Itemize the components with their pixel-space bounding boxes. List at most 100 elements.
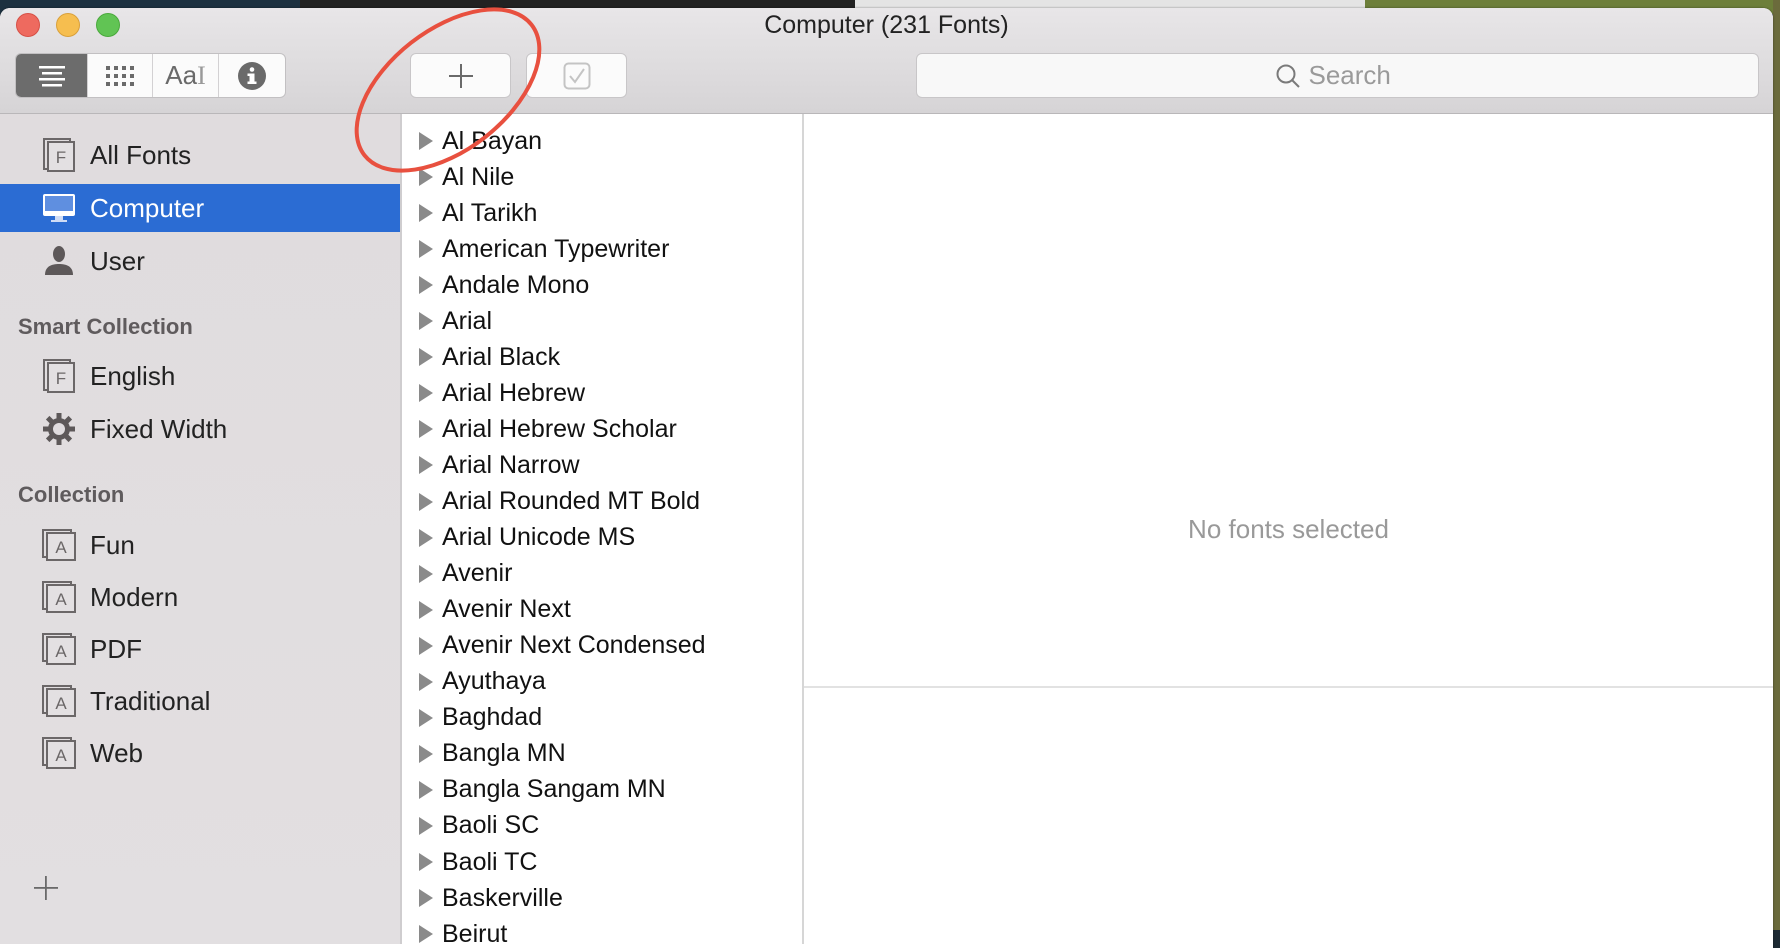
font-family-name: Beirut (442, 919, 508, 948)
sidebar-item-label: English (90, 360, 176, 391)
font-row[interactable]: Arial Hebrew (402, 375, 800, 411)
font-family-name: Al Tarikh (442, 198, 538, 227)
grid-view-button[interactable] (88, 54, 153, 97)
add-collection-button[interactable] (32, 874, 60, 902)
font-row[interactable]: Arial (402, 303, 800, 339)
font-family-name: Arial Rounded MT Bold (442, 487, 701, 515)
disclosure-triangle-icon[interactable] (419, 312, 433, 331)
sidebar-item-fixed-width[interactable]: Fixed Width (0, 405, 400, 453)
sidebar-item-web[interactable]: A Web (0, 729, 400, 777)
svg-text:F: F (56, 148, 66, 167)
sample-view-button[interactable]: AaI (153, 54, 219, 97)
font-family-name: Al Nile (442, 162, 515, 191)
font-family-name: Andale Mono (442, 270, 590, 299)
font-row[interactable]: Baoli TC (402, 844, 800, 880)
disclosure-triangle-icon[interactable] (419, 853, 433, 871)
font-row[interactable]: Al Nile (402, 159, 800, 195)
sidebar-item-pdf[interactable]: A PDF (0, 625, 400, 673)
disclosure-triangle-icon[interactable] (419, 276, 433, 295)
font-row[interactable]: Arial Hebrew Scholar (402, 411, 800, 447)
disclosure-triangle-icon[interactable] (419, 636, 433, 655)
font-family-name: Avenir Next Condensed (442, 631, 706, 660)
font-row[interactable]: Al Bayan (402, 123, 800, 159)
disclosure-triangle-icon[interactable] (419, 168, 433, 187)
font-family-name: Bangla MN (442, 739, 566, 768)
sidebar-item-fun[interactable]: A Fun (0, 521, 400, 569)
collection-icon: A (42, 684, 76, 718)
add-font-button[interactable] (410, 53, 511, 98)
sidebar-item-traditional[interactable]: A Traditional (0, 677, 400, 725)
search-icon (1276, 64, 1300, 88)
sidebar-item-english[interactable]: F English (0, 352, 400, 400)
font-row[interactable]: Baghdad (402, 700, 800, 736)
font-row[interactable]: Beirut (402, 916, 800, 948)
font-family-name: Arial Black (442, 342, 561, 371)
disclosure-triangle-icon[interactable] (419, 672, 433, 691)
checkbox-icon (563, 62, 590, 89)
disclosure-triangle-icon[interactable] (419, 384, 433, 403)
disclosure-triangle-icon[interactable] (419, 528, 433, 547)
font-row[interactable]: Avenir (402, 556, 800, 592)
font-row[interactable]: Al Tarikh (402, 195, 800, 231)
font-row[interactable]: American Typewriter (402, 231, 800, 267)
font-family-name: Baoli TC (442, 847, 538, 876)
font-family-name: Avenir (442, 559, 513, 588)
gear-icon (42, 412, 76, 446)
disclosure-triangle-icon[interactable] (419, 600, 433, 619)
sidebar-item-label: PDF (90, 633, 142, 664)
disclosure-triangle-icon[interactable] (419, 889, 433, 908)
font-row[interactable]: Andale Mono (402, 267, 800, 303)
font-family-name: Al Bayan (442, 126, 543, 155)
disclosure-triangle-icon[interactable] (419, 492, 433, 511)
sidebar-item-computer[interactable]: Computer (0, 184, 400, 232)
disclosure-triangle-icon[interactable] (419, 816, 433, 835)
font-row[interactable]: Baskerville (402, 880, 800, 916)
disclosure-triangle-icon[interactable] (419, 925, 433, 944)
plus-icon (34, 876, 58, 900)
font-row[interactable]: Bangla MN (402, 736, 800, 772)
font-row[interactable]: Arial Unicode MS (402, 520, 800, 556)
sidebar-item-all-fonts[interactable]: F All Fonts (0, 131, 400, 179)
font-family-name: Arial Hebrew Scholar (442, 414, 677, 443)
search-field[interactable] (916, 53, 1759, 98)
font-row[interactable]: Avenir Next Condensed (402, 628, 800, 664)
sidebar-item-label: Modern (90, 581, 179, 612)
sidebar-item-label: Web (90, 737, 143, 768)
grid-icon (106, 65, 134, 86)
disclosure-triangle-icon[interactable] (419, 240, 433, 259)
svg-text:A: A (55, 694, 67, 713)
font-row[interactable]: Ayuthaya (402, 664, 800, 700)
font-row[interactable]: Bangla Sangam MN (402, 772, 800, 808)
font-family-name: Avenir Next (442, 595, 571, 624)
disclosure-triangle-icon[interactable] (419, 456, 433, 475)
sidebar-item-label: User (90, 245, 145, 276)
disclosure-triangle-icon[interactable] (419, 348, 433, 367)
font-row[interactable]: Arial Narrow (402, 447, 800, 483)
smart-collection-header: Smart Collection (18, 314, 193, 339)
list-view-button[interactable] (16, 54, 88, 97)
disclosure-triangle-icon[interactable] (419, 708, 433, 727)
disclosure-triangle-icon[interactable] (419, 564, 433, 583)
font-row[interactable]: Arial Black (402, 339, 800, 375)
search-input[interactable] (1306, 59, 1401, 92)
disclosure-triangle-icon[interactable] (419, 780, 433, 799)
plus-icon (448, 63, 473, 88)
view-mode-control: AaI (15, 53, 286, 98)
font-row[interactable]: Avenir Next (402, 592, 800, 628)
validate-font-button[interactable] (526, 53, 627, 98)
titlebar: Computer (231 Fonts) AaI Search (0, 8, 1773, 114)
disclosure-triangle-icon[interactable] (419, 420, 433, 439)
font-family-name: Bangla Sangam MN (442, 775, 666, 804)
user-icon (42, 244, 76, 278)
sample-text-icon: AaI (165, 60, 206, 90)
font-row[interactable]: Arial Rounded MT Bold (402, 484, 800, 520)
disclosure-triangle-icon[interactable] (419, 132, 433, 150)
sidebar-item-user[interactable]: User (0, 237, 400, 285)
font-row[interactable]: Baoli SC (402, 808, 800, 844)
info-view-button[interactable] (219, 54, 285, 97)
disclosure-triangle-icon[interactable] (419, 744, 433, 763)
sidebar-item-modern[interactable]: A Modern (0, 573, 400, 621)
svg-text:A: A (55, 746, 67, 765)
disclosure-triangle-icon[interactable] (419, 204, 433, 223)
sidebar-item-label: All Fonts (90, 139, 192, 170)
